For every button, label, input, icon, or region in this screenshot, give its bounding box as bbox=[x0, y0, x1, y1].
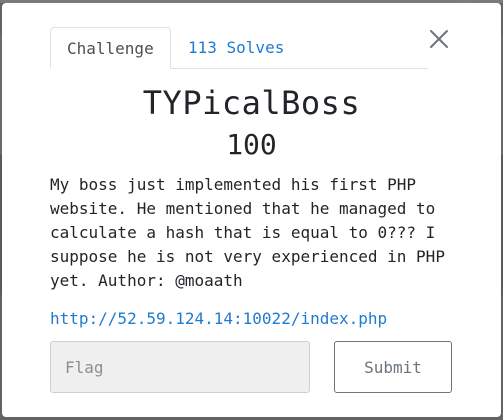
challenge-points: 100 bbox=[226, 128, 277, 161]
tab-challenge[interactable]: Challenge bbox=[50, 27, 171, 69]
modal-tabs: Challenge 113 Solves bbox=[50, 27, 428, 69]
challenge-description: My boss just implemented his first PHP w… bbox=[50, 175, 445, 290]
tab-solves[interactable]: 113 Solves bbox=[172, 27, 300, 68]
close-icon bbox=[430, 30, 448, 48]
challenge-modal: Challenge 113 Solves TYPicalBoss 100 My … bbox=[2, 3, 501, 417]
close-button[interactable] bbox=[427, 27, 451, 51]
submit-button[interactable]: Submit bbox=[334, 341, 452, 393]
flag-input[interactable] bbox=[50, 341, 310, 393]
challenge-link[interactable]: http://52.59.124.14:10022/index.php bbox=[50, 309, 387, 328]
challenge-title: TYPicalBoss bbox=[142, 84, 361, 122]
